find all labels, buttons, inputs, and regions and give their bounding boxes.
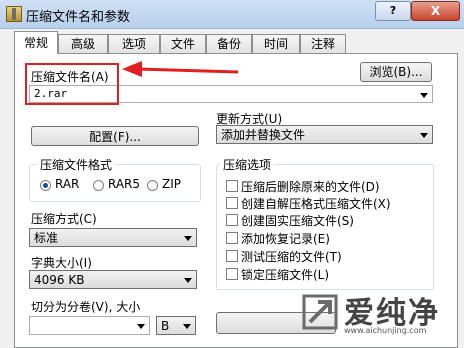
split-size-combo[interactable] <box>29 316 150 335</box>
create-sfx-label: 创建自解压格式压缩文件(X) <box>241 197 391 211</box>
archive-format-title: 压缩文件格式 <box>37 156 116 173</box>
format-zip-radio[interactable] <box>147 180 158 191</box>
lock-archive-label: 锁定压缩文件(L) <box>241 268 330 282</box>
test-archived-checkbox[interactable] <box>226 250 238 262</box>
title-bar: 压缩文件名和参数 ? X <box>0 0 464 29</box>
arrow-icon <box>122 61 239 77</box>
update-mode-select[interactable]: 添加并替换文件 <box>216 125 433 144</box>
format-zip-label: ZIP <box>162 177 181 191</box>
help-button[interactable]: ? <box>375 1 411 21</box>
create-solid-checkbox[interactable] <box>226 214 238 226</box>
tab-files[interactable]: 文件 <box>160 34 206 53</box>
watermark-arrow-icon <box>302 294 338 330</box>
compression-method-select[interactable]: 标准 <box>29 228 197 247</box>
dictionary-size-value: 4096 KB <box>34 273 85 287</box>
compression-method-label: 压缩方式(C) <box>31 212 97 226</box>
format-rar-radio[interactable] <box>40 180 51 191</box>
recovery-record-checkbox[interactable] <box>226 232 238 244</box>
window-title: 压缩文件名和参数 <box>26 10 131 25</box>
chevron-down-icon <box>183 324 191 329</box>
chevron-down-icon <box>420 133 428 138</box>
tab-comment[interactable]: 注释 <box>300 34 346 53</box>
dictionary-size-label: 字典大小(I) <box>31 256 92 270</box>
dictionary-size-select[interactable]: 4096 KB <box>29 270 197 289</box>
profiles-button[interactable]: 配置(F)... <box>31 126 199 146</box>
close-button[interactable]: X <box>411 1 460 21</box>
tab-advanced[interactable]: 高级 <box>58 34 108 53</box>
chevron-down-icon <box>184 278 192 283</box>
archiving-options-title: 压缩选项 <box>220 156 275 173</box>
tab-time[interactable]: 时间 <box>252 34 300 53</box>
format-rar5-radio[interactable] <box>93 180 104 191</box>
split-unit-select[interactable]: B <box>156 316 196 335</box>
tab-backup[interactable]: 备份 <box>206 34 252 53</box>
delete-after-label: 压缩后删除原来的文件(D) <box>241 180 380 194</box>
delete-after-checkbox[interactable] <box>226 180 238 192</box>
chevron-down-icon[interactable] <box>137 324 145 329</box>
watermark-url: www.aichunjing.com <box>344 326 427 335</box>
compression-method-value: 标准 <box>34 231 59 245</box>
update-mode-value: 添加并替换文件 <box>221 128 306 142</box>
tab-general[interactable]: 常规 <box>14 31 58 54</box>
browse-button[interactable]: 浏览(B)... <box>360 62 432 82</box>
create-solid-label: 创建固实压缩文件(S) <box>241 214 354 228</box>
format-rar-label: RAR <box>55 177 80 191</box>
format-rar5-label: RAR5 <box>108 177 141 191</box>
chevron-down-icon[interactable] <box>420 93 428 98</box>
watermark-logo: 爱纯净 www.aichunjing.com <box>300 288 460 340</box>
winrar-icon <box>6 6 22 22</box>
split-volumes-label: 切分为分卷(V), 大小 <box>31 300 141 314</box>
create-sfx-checkbox[interactable] <box>226 197 238 209</box>
tab-options[interactable]: 选项 <box>108 34 160 53</box>
split-unit-value: B <box>161 319 170 333</box>
lock-archive-checkbox[interactable] <box>226 268 238 280</box>
chevron-down-icon <box>184 236 192 241</box>
highlight-box <box>25 63 119 105</box>
recovery-record-label: 添加恢复记录(E) <box>241 232 330 246</box>
test-archived-label: 测试压缩的文件(T) <box>241 250 342 264</box>
